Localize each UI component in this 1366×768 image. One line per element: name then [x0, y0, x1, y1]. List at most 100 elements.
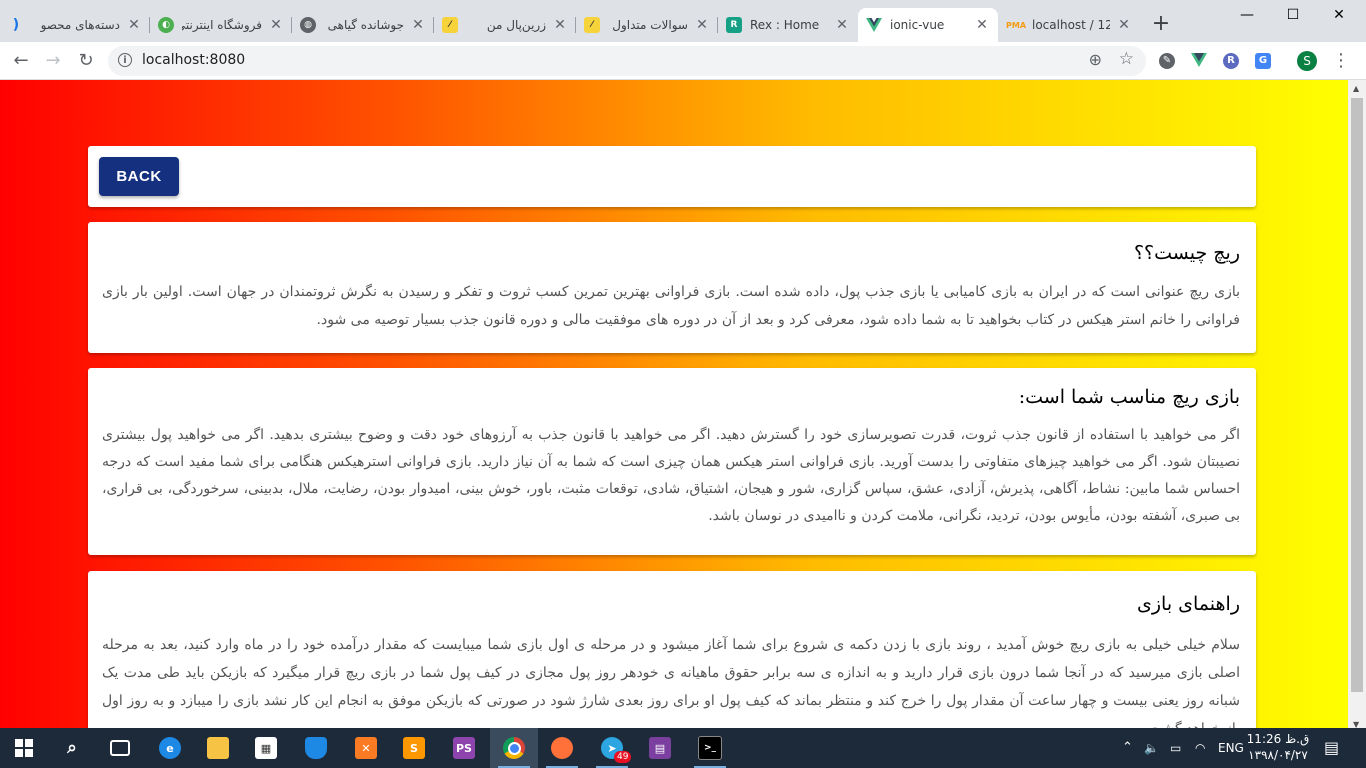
section-title: بازی ریچ مناسب شما است: [1018, 386, 1240, 408]
task-view-button[interactable] [96, 728, 144, 768]
browser-tab[interactable]: ) دسته‌های محصو ✕ [0, 8, 150, 42]
chrome-icon [503, 737, 525, 759]
browser-tab[interactable]: ◍ جوشانده گیاهی ✕ [292, 8, 434, 42]
section-card: بازی ریچ مناسب شما است: اگر می خواهید با… [88, 368, 1256, 555]
page-scrollbar[interactable]: ▲ ▼ [1348, 80, 1366, 734]
browser-tab[interactable]: PMA localhost / 127 ✕ [1000, 8, 1140, 42]
address-url[interactable]: localhost:8080 [142, 52, 245, 68]
language-indicator[interactable]: ENG [1218, 728, 1244, 768]
taskbar-app-archive[interactable]: ▤ [636, 728, 684, 768]
zoom-icon[interactable]: ⊕ [1089, 50, 1102, 69]
close-tab-icon[interactable]: ✕ [126, 17, 142, 33]
extension-r-icon[interactable]: R [1223, 53, 1239, 69]
profile-avatar[interactable]: S [1297, 51, 1317, 71]
taskbar-app-telegram[interactable]: ➤ [588, 728, 636, 768]
close-tab-icon[interactable]: ✕ [552, 17, 568, 33]
terminal-icon: >_ [698, 736, 722, 760]
close-tab-icon[interactable]: ✕ [1116, 17, 1132, 33]
taskbar-app-firefox[interactable] [538, 728, 586, 768]
tab-title: جوشانده گیاهی [327, 18, 404, 32]
taskbar-app-chrome[interactable] [490, 728, 538, 768]
clock-date: ۱۳۹۸/۰۴/۲۷ [1248, 748, 1308, 762]
taskbar-app-security[interactable] [292, 728, 340, 768]
task-view-icon [110, 740, 130, 756]
taskbar-app-terminal[interactable]: >_ [686, 728, 734, 768]
browser-toolbar: ← → ↻ i localhost:8080 ⊕ ☆ ✎ R G S ⋮ [0, 42, 1366, 80]
section-body: سلام خیلی خیلی به بازی ریچ خوش آمدید ، ر… [102, 637, 1240, 734]
taskbar-app-xampp[interactable]: ✕ [342, 728, 390, 768]
taskbar-app-store[interactable]: ▦ [242, 728, 290, 768]
phpstorm-icon: PS [453, 737, 475, 759]
section-body: بازی ریچ عنوانی است که در ایران به بازی … [102, 284, 1240, 328]
close-tab-icon[interactable]: ✕ [268, 17, 284, 33]
browser-tab-active[interactable]: ionic-vue ✕ [858, 8, 998, 42]
minimize-button[interactable]: — [1224, 0, 1270, 30]
section-card: ریچ چیست؟؟ بازی ریچ عنوانی است که در ایر… [88, 222, 1256, 353]
new-tab-button[interactable]: + [1149, 12, 1173, 36]
windows-logo-icon [15, 739, 33, 757]
back-arrow-icon[interactable]: ← [9, 49, 33, 73]
browser-tab[interactable]: ⁄ سوالات متداول ✕ [576, 8, 718, 42]
partial-favicon-icon: ) [12, 17, 20, 33]
zarinpal-favicon-icon: ⁄ [442, 17, 458, 33]
close-tab-icon[interactable]: ✕ [834, 17, 850, 33]
vue-devtools-icon[interactable] [1191, 53, 1207, 69]
tab-title: دسته‌های محصو [40, 18, 120, 32]
rex-favicon-icon: R [726, 17, 742, 33]
tab-strip: ) دسته‌های محصو ✕ ◐ فروشگاه اینترنتی ✕ ◍… [0, 0, 1366, 42]
edge-icon: e [159, 737, 181, 759]
scrollbar-thumb[interactable] [1351, 98, 1363, 692]
close-tab-icon[interactable]: ✕ [974, 17, 990, 33]
browser-menu-icon[interactable]: ⋮ [1332, 50, 1350, 71]
translate-icon[interactable]: G [1255, 53, 1271, 69]
taskbar-app-phpstorm[interactable]: PS [440, 728, 488, 768]
shield-icon [305, 737, 327, 759]
browser-tab[interactable]: ◐ فروشگاه اینترنتی ✕ [150, 8, 292, 42]
browser-tab[interactable]: R Rex : Home ✕ [718, 8, 858, 42]
start-button[interactable] [0, 728, 48, 768]
reload-icon[interactable]: ↻ [74, 49, 98, 73]
close-window-button[interactable]: ✕ [1316, 0, 1362, 30]
header-card: BACK [88, 146, 1256, 207]
archive-icon: ▤ [649, 737, 671, 759]
zarinpal-favicon-icon: ⁄ [584, 17, 600, 33]
folder-icon [207, 737, 229, 759]
store-icon: ▦ [255, 737, 277, 759]
site-info-icon[interactable]: i [118, 53, 132, 67]
back-button[interactable]: BACK [99, 157, 179, 196]
wifi-icon[interactable]: ◠ [1195, 728, 1205, 768]
vue-logo-icon [866, 17, 882, 33]
globe-icon: ◍ [300, 17, 316, 33]
scroll-up-icon[interactable]: ▲ [1353, 84, 1359, 93]
maximize-button[interactable]: ☐ [1270, 0, 1316, 30]
forward-arrow-icon[interactable]: → [41, 49, 65, 73]
tab-title: فروشگاه اینترنتی [182, 18, 262, 32]
windows-taskbar: ⌕ e ▦ ✕ S PS ➤ 49 ▤ >_ ⌃ 🔈 ▭ ◠ ENG 11:26… [0, 728, 1366, 768]
store-favicon-icon: ◐ [158, 17, 174, 33]
tray-overflow-icon[interactable]: ⌃ [1122, 728, 1133, 768]
phpmyadmin-favicon-icon: PMA [1006, 20, 1027, 30]
tab-title: ionic-vue [890, 18, 945, 32]
extension-icon[interactable]: ✎ [1159, 53, 1175, 69]
taskbar-app-edge[interactable]: e [146, 728, 194, 768]
volume-icon[interactable]: 🔈 [1144, 728, 1159, 768]
page-content: BACK ریچ چیست؟؟ بازی ریچ عنوانی است که د… [0, 80, 1348, 734]
tab-title: Rex : Home [750, 18, 820, 32]
search-icon: ⌕ [67, 738, 77, 758]
address-bar[interactable]: i localhost:8080 ⊕ ☆ [108, 46, 1146, 76]
battery-icon[interactable]: ▭ [1170, 728, 1181, 768]
section-title: ریچ چیست؟؟ [1133, 242, 1240, 264]
system-clock[interactable]: 11:26 ق.ظ ۱۳۹۸/۰۴/۲۷ [1246, 731, 1310, 763]
close-tab-icon[interactable]: ✕ [410, 17, 426, 33]
tab-title: زرین‌پال من [486, 18, 546, 32]
section-card: راهنمای بازی سلام خیلی خیلی به بازی ریچ … [88, 571, 1256, 734]
xampp-icon: ✕ [355, 737, 377, 759]
search-button[interactable]: ⌕ [48, 728, 96, 768]
action-center-icon[interactable]: ▤ [1324, 728, 1339, 768]
taskbar-app-sublime[interactable]: S [390, 728, 438, 768]
browser-tab[interactable]: ⁄ زرین‌پال من ✕ [434, 8, 576, 42]
bookmark-star-icon[interactable]: ☆ [1119, 49, 1134, 69]
tab-title: localhost / 127 [1032, 18, 1110, 32]
close-tab-icon[interactable]: ✕ [694, 17, 710, 33]
taskbar-app-explorer[interactable] [194, 728, 242, 768]
